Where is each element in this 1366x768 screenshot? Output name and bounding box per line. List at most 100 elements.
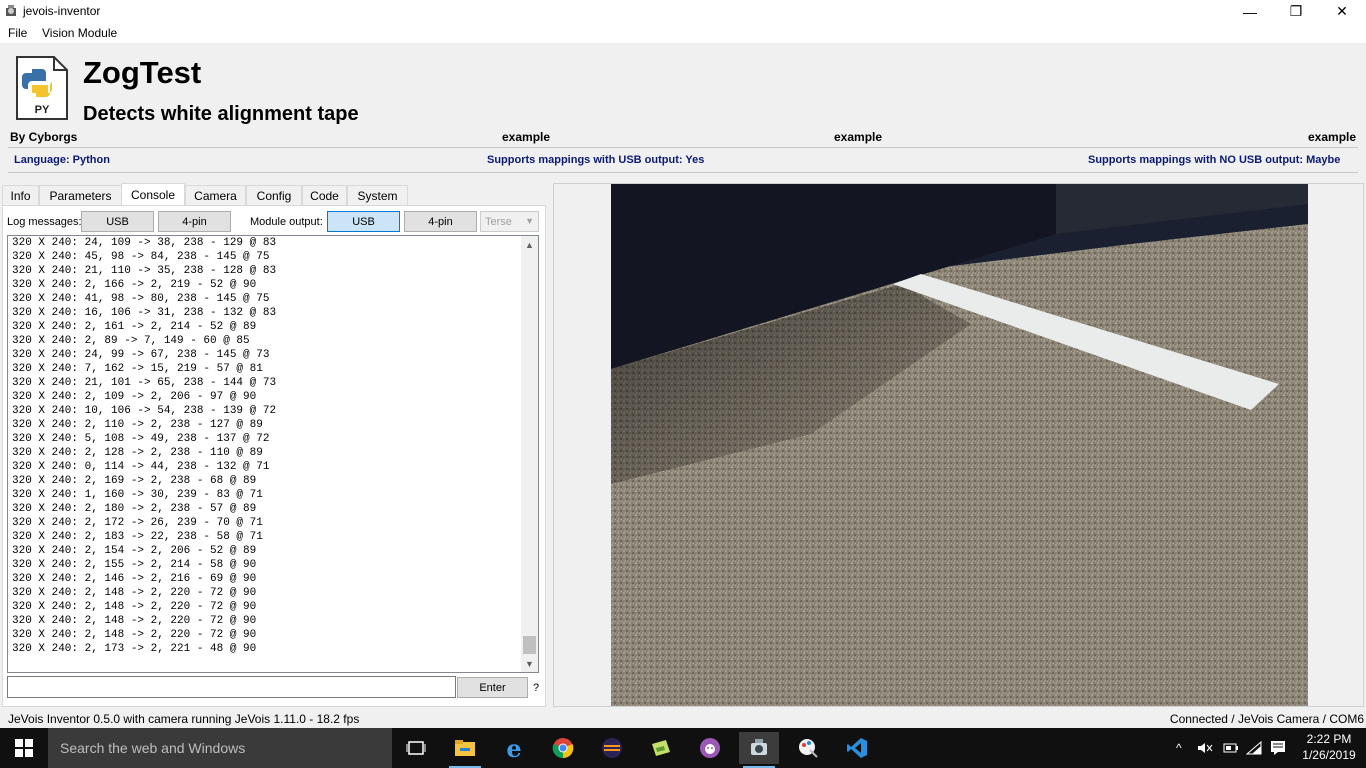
console-line: 320 X 240: 41, 98 -> 80, 238 - 145 @ 75 — [12, 293, 270, 305]
console-line: 320 X 240: 2, 109 -> 2, 206 - 97 @ 90 — [12, 391, 257, 403]
status-left: JeVois Inventor 0.5.0 with camera runnin… — [8, 712, 360, 726]
menu-vision-module[interactable]: Vision Module — [42, 26, 117, 40]
start-button[interactable] — [0, 728, 48, 768]
output-4pin-button[interactable]: 4-pin — [404, 211, 477, 232]
minimize-button[interactable]: — — [1227, 0, 1273, 23]
camera-video — [611, 184, 1308, 706]
console-line: 320 X 240: 2, 172 -> 26, 239 - 70 @ 71 — [12, 517, 263, 529]
status-bar: JeVois Inventor 0.5.0 with camera runnin… — [0, 709, 1366, 728]
module-author: By Cyborgs — [10, 130, 78, 144]
menu-file[interactable]: File — [8, 26, 27, 40]
console-line: 320 X 240: 24, 99 -> 67, 238 - 145 @ 73 — [12, 349, 270, 361]
task-view-icon[interactable] — [396, 732, 436, 764]
module-name: ZogTest — [83, 55, 202, 90]
console-output[interactable]: 320 X 240: 24, 109 -> 38, 238 - 129 @ 83… — [7, 235, 539, 673]
console-line: 320 X 240: 2, 173 -> 2, 221 - 48 @ 90 — [12, 643, 257, 655]
py-icon-label: PY — [35, 104, 50, 116]
console-line: 320 X 240: 16, 106 -> 31, 238 - 132 @ 83 — [12, 307, 277, 319]
tab-parameters[interactable]: Parameters — [39, 185, 122, 205]
scroll-thumb[interactable] — [523, 636, 536, 654]
taskbar: Search the web and Windows e ^ 2:22 PM 1… — [0, 728, 1366, 768]
console-line: 320 X 240: 2, 148 -> 2, 220 - 72 @ 90 — [12, 629, 257, 641]
maximize-button[interactable]: ❐ — [1273, 0, 1319, 23]
tab-info[interactable]: Info — [2, 185, 39, 205]
status-connection: Connected / JeVois Camera / COM6 — [1169, 712, 1364, 726]
module-example-3: example — [1308, 130, 1357, 144]
console-line: 320 X 240: 2, 148 -> 2, 220 - 72 @ 90 — [12, 601, 257, 613]
module-language: Language: Python — [14, 154, 110, 166]
window-title: jevois-inventor — [23, 4, 101, 18]
tab-system[interactable]: System — [347, 185, 408, 205]
tab-code[interactable]: Code — [302, 185, 347, 205]
vscode-icon[interactable] — [837, 732, 877, 764]
console-line: 320 X 240: 2, 169 -> 2, 238 - 68 @ 89 — [12, 475, 257, 487]
console-line: 320 X 240: 2, 146 -> 2, 216 - 69 @ 90 — [12, 573, 257, 585]
taskbar-search[interactable]: Search the web and Windows — [48, 728, 392, 768]
console-line: 320 X 240: 2, 154 -> 2, 206 - 52 @ 89 — [12, 545, 257, 557]
output-usb-button[interactable]: USB — [327, 211, 400, 232]
scroll-down-icon[interactable]: ▼ — [521, 655, 538, 672]
console-line: 320 X 240: 1, 160 -> 30, 239 - 83 @ 71 — [12, 489, 263, 501]
console-line: 320 X 240: 24, 109 -> 38, 238 - 129 @ 83 — [12, 237, 277, 249]
console-line: 320 X 240: 2, 148 -> 2, 220 - 72 @ 90 — [12, 615, 257, 627]
console-line: 320 X 240: 0, 114 -> 44, 238 - 132 @ 71 — [12, 461, 270, 473]
console-line: 320 X 240: 2, 110 -> 2, 238 - 127 @ 89 — [12, 419, 263, 431]
console-lines: 320 X 240: 24, 109 -> 38, 238 - 129 @ 83… — [12, 236, 520, 656]
python-file-icon: PY — [16, 56, 68, 120]
verbosity-value: Terse — [485, 215, 512, 228]
clock-time: 2:22 PM — [1306, 732, 1352, 746]
battery-icon[interactable] — [1222, 728, 1240, 768]
taskbar-clock[interactable]: 2:22 PM 1/26/2019 — [1298, 731, 1360, 763]
windows-logo-icon — [15, 739, 33, 757]
tab-console[interactable]: Console — [121, 183, 185, 206]
module-description: Detects white alignment tape — [83, 103, 359, 125]
jevois-inventor-icon[interactable] — [739, 732, 779, 768]
github-icon[interactable] — [690, 732, 730, 764]
paint-icon[interactable] — [788, 732, 828, 764]
scroll-up-icon[interactable]: ▲ — [521, 236, 538, 253]
log-4pin-button[interactable]: 4-pin — [158, 211, 231, 232]
camera-scene — [611, 184, 1308, 706]
action-center-icon[interactable] — [1270, 728, 1286, 768]
console-scrollbar[interactable]: ▲ ▼ — [521, 236, 538, 672]
jevois-app-icon — [6, 5, 16, 16]
eclipse-icon[interactable] — [592, 732, 632, 764]
log-usb-button[interactable]: USB — [81, 211, 154, 232]
header-divider-2 — [8, 172, 1358, 173]
show-hidden-icons-icon[interactable]: ^ — [1176, 728, 1182, 768]
command-input[interactable] — [7, 676, 456, 698]
close-button[interactable]: ✕ — [1319, 0, 1365, 23]
console-line: 320 X 240: 45, 98 -> 84, 238 - 145 @ 75 — [12, 251, 270, 263]
wifi-icon[interactable] — [1246, 728, 1262, 768]
console-line: 320 X 240: 10, 106 -> 54, 238 - 139 @ 72 — [12, 405, 277, 417]
volume-muted-icon[interactable] — [1197, 728, 1213, 768]
enter-button[interactable]: Enter — [457, 677, 528, 698]
header-divider — [8, 147, 1358, 148]
module-example-2: example — [834, 130, 883, 144]
edge-icon[interactable]: e — [494, 732, 534, 764]
console-line: 320 X 240: 21, 101 -> 65, 238 - 144 @ 73 — [12, 377, 277, 389]
console-line: 320 X 240: 2, 180 -> 2, 238 - 57 @ 89 — [12, 503, 257, 515]
console-line: 320 X 240: 7, 162 -> 15, 219 - 57 @ 81 — [12, 363, 263, 375]
console-line: 320 X 240: 2, 183 -> 22, 238 - 58 @ 71 — [12, 531, 263, 543]
console-line: 320 X 240: 2, 166 -> 2, 219 - 52 @ 90 — [12, 279, 257, 291]
console-line: 320 X 240: 2, 128 -> 2, 238 - 110 @ 89 — [12, 447, 263, 459]
help-button[interactable]: ? — [533, 682, 539, 694]
file-explorer-icon[interactable] — [445, 732, 485, 768]
tab-config[interactable]: Config — [246, 185, 302, 205]
chrome-icon[interactable] — [543, 732, 583, 764]
console-line: 320 X 240: 2, 155 -> 2, 214 - 58 @ 90 — [12, 559, 257, 571]
chevron-down-icon: ▼ — [525, 216, 534, 226]
console-line: 320 X 240: 2, 161 -> 2, 214 - 52 @ 89 — [12, 321, 257, 333]
search-placeholder: Search the web and Windows — [60, 740, 246, 756]
menu-bar: File Vision Module — [0, 23, 1366, 43]
verbosity-select[interactable]: Terse ▼ — [480, 211, 539, 232]
usb-mapping-support: Supports mappings with USB output: Yes — [487, 154, 705, 166]
tab-camera[interactable]: Camera — [185, 185, 246, 205]
no-usb-mapping-support: Supports mappings with NO USB output: Ma… — [1088, 154, 1341, 166]
console-line: 320 X 240: 5, 108 -> 49, 238 - 137 @ 72 — [12, 433, 270, 445]
log-messages-label: Log messages: — [7, 216, 82, 228]
console-line: 320 X 240: 21, 110 -> 35, 238 - 128 @ 83 — [12, 265, 277, 277]
notepad-icon[interactable] — [641, 732, 681, 764]
title-bar: jevois-inventor — ❐ ✕ — [0, 0, 1366, 23]
